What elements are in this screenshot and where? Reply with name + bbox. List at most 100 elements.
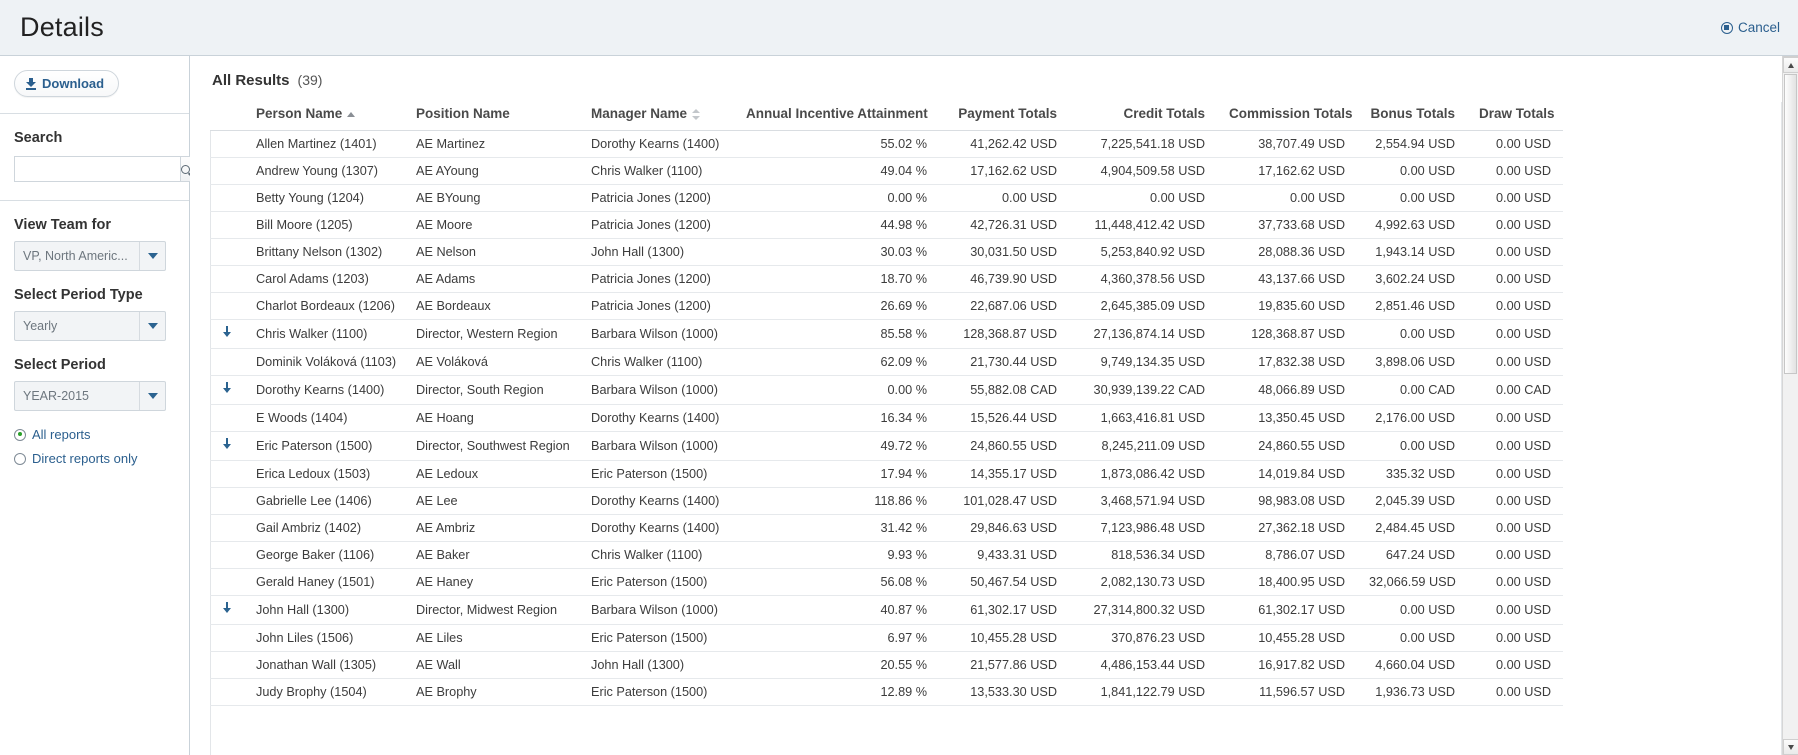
page-vertical-scrollbar[interactable] (1782, 57, 1798, 755)
table-row[interactable]: Dominik Voláková (1103) AE Voláková Chris … (210, 348, 1563, 376)
drill-down-cell[interactable] (210, 431, 244, 461)
drill-down-cell (210, 514, 244, 542)
cell-manager: Dorothy Kearns (1400) (579, 404, 734, 432)
page-scroll-down-button[interactable] (1783, 739, 1798, 755)
drill-down-cell (210, 130, 244, 158)
cell-credit: 7,123,986.48 USD (1069, 514, 1217, 542)
page-scrollbar-thumb[interactable] (1784, 74, 1797, 374)
cell-position: AE Voláková (404, 348, 579, 376)
drill-down-arrow-icon[interactable] (222, 326, 233, 339)
cell-person: Gabrielle Lee (1406) (244, 487, 404, 515)
cell-commission: 27,362.18 USD (1217, 514, 1357, 542)
cell-credit: 9,749,134.35 USD (1069, 348, 1217, 376)
cell-credit: 11,448,412.42 USD (1069, 211, 1217, 239)
drill-down-cell[interactable] (210, 375, 244, 405)
period-type-select[interactable]: Yearly (14, 311, 166, 341)
period-select[interactable]: YEAR-2015 (14, 381, 166, 411)
drill-down-arrow-icon[interactable] (222, 438, 233, 451)
period-dropdown-arrow[interactable] (139, 382, 165, 410)
table-row[interactable]: Andrew Young (1307) AE AYoung Chris Walker… (210, 157, 1563, 185)
cell-manager: Chris Walker (1100) (579, 541, 734, 569)
cell-attainment: 12.89 % (734, 678, 939, 706)
table-row[interactable]: Eric Paterson (1500) Director, Southwest … (210, 431, 1563, 461)
table-row[interactable]: Gerald Haney (1501) AE Haney Eric Paterson… (210, 568, 1563, 596)
cell-draw: 0.00 USD (1467, 431, 1563, 461)
cell-bonus: 3,898.06 USD (1357, 348, 1467, 376)
app-header: Details Cancel (0, 0, 1798, 56)
table-row[interactable]: Brittany Nelson (1302) AE Nelson John Hall… (210, 238, 1563, 266)
cell-bonus: 2,554.94 USD (1357, 130, 1467, 158)
search-input[interactable] (14, 156, 180, 182)
table-row[interactable]: Judy Brophy (1504) AE Brophy Eric Paterson… (210, 678, 1563, 706)
report-scope-option-0[interactable]: All reports (14, 427, 175, 442)
cell-draw: 0.00 USD (1467, 624, 1563, 652)
table-row[interactable]: Charlot Bordeaux (1206) AE Bordeaux Patric… (210, 292, 1563, 320)
drill-down-cell (210, 624, 244, 652)
sort-toggle-icon[interactable] (692, 108, 701, 120)
table-row[interactable]: John Hall (1300) Director, Midwest Region… (210, 595, 1563, 625)
table-row[interactable]: Chris Walker (1100) Director, Western Reg… (210, 319, 1563, 349)
cancel-button[interactable]: Cancel (1720, 20, 1780, 35)
download-button[interactable]: Download (14, 70, 120, 97)
page-scroll-up-button[interactable] (1783, 57, 1798, 73)
table-row[interactable]: Jonathan Wall (1305) AE Wall John Hall (13… (210, 651, 1563, 679)
table-row[interactable]: Gail Ambriz (1402) AE Ambriz Dorothy Kearn… (210, 514, 1563, 542)
column-header-person[interactable]: Person Name (244, 102, 404, 131)
cell-draw: 0.00 USD (1467, 265, 1563, 293)
chevron-down-icon (1788, 744, 1794, 750)
view-team-dropdown-arrow[interactable] (139, 242, 165, 270)
cell-position: AE Liles (404, 624, 579, 652)
cell-manager: Eric Paterson (1500) (579, 678, 734, 706)
cell-person: Judy Brophy (1504) (244, 678, 404, 706)
table-row[interactable]: Bill Moore (1205) AE Moore Patricia Jones … (210, 211, 1563, 239)
column-header-payment[interactable]: Payment Totals (939, 102, 1069, 131)
cell-bonus: 0.00 USD (1357, 624, 1467, 652)
column-header-commission[interactable]: Commission Totals (1217, 102, 1357, 131)
table-row[interactable]: Betty Young (1204) AE BYoung Patricia Jone… (210, 184, 1563, 212)
cell-manager: Eric Paterson (1500) (579, 460, 734, 488)
cell-bonus: 335.32 USD (1357, 460, 1467, 488)
column-header-bonus[interactable]: Bonus Totals (1357, 102, 1467, 131)
cell-draw: 0.00 USD (1467, 157, 1563, 185)
table-row[interactable]: Gabrielle Lee (1406) AE Lee Dorothy Kearns… (210, 487, 1563, 515)
table-row[interactable]: Allen Martinez (1401) AE Martinez Dorothy … (210, 130, 1563, 158)
cell-draw: 0.00 USD (1467, 348, 1563, 376)
table-row[interactable]: E Woods (1404) AE Hoang Dorothy Kearns (14… (210, 404, 1563, 432)
report-scope-option-1[interactable]: Direct reports only (14, 451, 175, 466)
table-row[interactable]: Erica Ledoux (1503) AE Ledoux Eric Paterso… (210, 460, 1563, 488)
cell-credit: 5,253,840.92 USD (1069, 238, 1217, 266)
period-type-dropdown-arrow[interactable] (139, 312, 165, 340)
cell-payment: 10,455.28 USD (939, 624, 1069, 652)
cell-payment: 17,162.62 USD (939, 157, 1069, 185)
column-header-position[interactable]: Position Name (404, 102, 579, 131)
drill-down-cell[interactable] (210, 595, 244, 625)
table-row[interactable]: John Liles (1506) AE Liles Eric Paterson (… (210, 624, 1563, 652)
cell-commission: 24,860.55 USD (1217, 431, 1357, 461)
period-value: YEAR-2015 (23, 389, 90, 403)
cell-commission: 128,368.87 USD (1217, 319, 1357, 349)
view-team-select[interactable]: VP, North Americ... (14, 241, 166, 271)
cell-position: AE Hoang (404, 404, 579, 432)
cell-position: Director, Midwest Region (404, 595, 579, 625)
radio-button-icon[interactable] (14, 428, 26, 441)
table-row[interactable]: Dorothy Kearns (1400) Director, South Reg… (210, 375, 1563, 405)
cell-payment: 55,882.08 CAD (939, 375, 1069, 405)
column-header-draw[interactable]: Draw Totals (1467, 102, 1563, 131)
results-header: All Results (39) (190, 56, 1798, 97)
cell-payment: 30,031.50 USD (939, 238, 1069, 266)
column-header-manager[interactable]: Manager Name (579, 102, 734, 131)
drill-down-cell[interactable] (210, 319, 244, 349)
column-header-credit[interactable]: Credit Totals (1069, 102, 1217, 131)
drill-down-arrow-icon[interactable] (222, 602, 233, 615)
table-row[interactable]: George Baker (1106) AE Baker Chris Walker … (210, 541, 1563, 569)
radio-button-icon[interactable] (14, 452, 26, 465)
cell-manager: Barbara Wilson (1000) (579, 431, 734, 461)
table-row[interactable]: Carol Adams (1203) AE Adams Patricia Jones… (210, 265, 1563, 293)
period-type-value: Yearly (23, 319, 58, 333)
cell-position: AE Adams (404, 265, 579, 293)
cell-person: Gerald Haney (1501) (244, 568, 404, 596)
sort-ascending-icon[interactable] (347, 111, 356, 117)
column-header-attainment[interactable]: Annual Incentive Attainment (734, 102, 939, 131)
drill-down-arrow-icon[interactable] (222, 382, 233, 395)
cell-person: George Baker (1106) (244, 541, 404, 569)
